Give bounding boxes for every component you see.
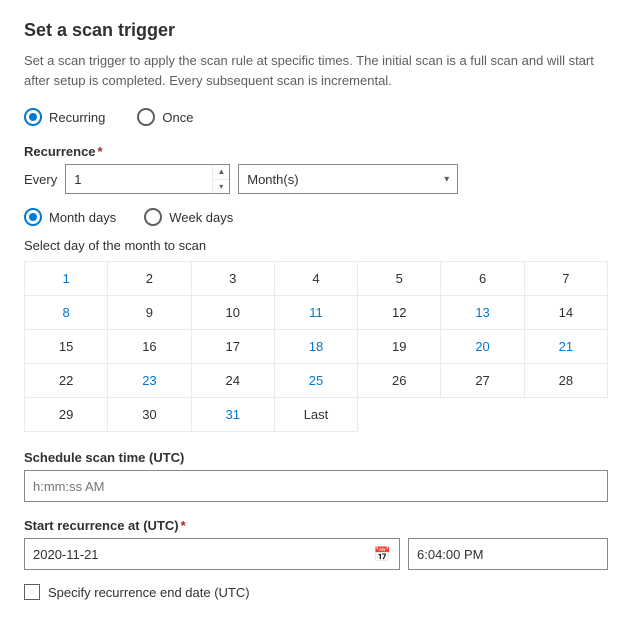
calendar-day-31[interactable]: 31 [192, 398, 275, 432]
calendar-day-23[interactable]: 23 [108, 364, 191, 398]
scan-time-label: Schedule scan time (UTC) [24, 450, 608, 465]
start-recurrence-label: Start recurrence at (UTC)* [24, 518, 608, 533]
spinner-container: ▲ ▾ [212, 165, 229, 193]
recurrence-row: Every ▲ ▾ Month(s) Week(s) Day(s) ▾ [24, 164, 608, 194]
calendar-day-7[interactable]: 7 [525, 262, 608, 296]
start-time-input[interactable] [408, 538, 608, 570]
chevron-down-icon: ▾ [444, 174, 449, 185]
every-number-input-wrap: ▲ ▾ [65, 164, 230, 194]
scan-time-group: Schedule scan time (UTC) [24, 450, 608, 502]
recurring-label: Recurring [49, 110, 105, 125]
calendar-day-2[interactable]: 2 [108, 262, 191, 296]
recurrence-label: Recurrence* [24, 144, 608, 159]
month-days-option[interactable]: Month days [24, 208, 116, 226]
calendar-day-30[interactable]: 30 [108, 398, 191, 432]
calendar-day-15[interactable]: 15 [25, 330, 108, 364]
calendar-day-5[interactable]: 5 [358, 262, 441, 296]
end-date-checkbox[interactable] [24, 584, 40, 600]
calendar-day-22[interactable]: 22 [25, 364, 108, 398]
month-days-radio[interactable] [24, 208, 42, 226]
once-option[interactable]: Once [137, 108, 193, 126]
calendar-day-4[interactable]: 4 [275, 262, 358, 296]
week-days-label: Week days [169, 210, 233, 225]
calendar-day-28[interactable]: 28 [525, 364, 608, 398]
period-select[interactable]: Month(s) Week(s) Day(s) [247, 172, 444, 187]
calendar-day-26[interactable]: 26 [358, 364, 441, 398]
spin-up-button[interactable]: ▲ [213, 165, 229, 179]
every-number-input[interactable] [66, 168, 212, 191]
page-title: Set a scan trigger [24, 20, 608, 41]
recurring-radio[interactable] [24, 108, 42, 126]
day-type-group: Month days Week days [24, 208, 608, 226]
calendar-day-27[interactable]: 27 [441, 364, 524, 398]
week-days-radio[interactable] [144, 208, 162, 226]
calendar-day-11[interactable]: 11 [275, 296, 358, 330]
once-radio[interactable] [137, 108, 155, 126]
calendar-day-13[interactable]: 13 [441, 296, 524, 330]
end-date-label: Specify recurrence end date (UTC) [48, 585, 250, 600]
start-recurrence-row: 📅 [24, 538, 608, 570]
calendar-day-1[interactable]: 1 [25, 262, 108, 296]
calendar-day-25[interactable]: 25 [275, 364, 358, 398]
period-select-wrap[interactable]: Month(s) Week(s) Day(s) ▾ [238, 164, 458, 194]
calendar-day-6[interactable]: 6 [441, 262, 524, 296]
calendar-day-8[interactable]: 8 [25, 296, 108, 330]
week-days-option[interactable]: Week days [144, 208, 233, 226]
every-label: Every [24, 172, 57, 187]
calendar-day-3[interactable]: 3 [192, 262, 275, 296]
calendar-day-19[interactable]: 19 [358, 330, 441, 364]
calendar-day-14[interactable]: 14 [525, 296, 608, 330]
scan-time-input[interactable] [24, 470, 608, 502]
calendar-day-18[interactable]: 18 [275, 330, 358, 364]
once-label: Once [162, 110, 193, 125]
page-description: Set a scan trigger to apply the scan rul… [24, 51, 608, 90]
calendar-day-29[interactable]: 29 [25, 398, 108, 432]
calendar-day-10[interactable]: 10 [192, 296, 275, 330]
date-input[interactable] [25, 543, 366, 566]
calendar-day-17[interactable]: 17 [192, 330, 275, 364]
recurring-option[interactable]: Recurring [24, 108, 105, 126]
calendar-day-24[interactable]: 24 [192, 364, 275, 398]
trigger-type-group: Recurring Once [24, 108, 608, 126]
calendar-day-9[interactable]: 9 [108, 296, 191, 330]
calendar-grid: 1234567891011121314151617181920212223242… [24, 261, 608, 432]
calendar-day-12[interactable]: 12 [358, 296, 441, 330]
start-recurrence-group: Start recurrence at (UTC)* 📅 [24, 518, 608, 570]
end-date-row: Specify recurrence end date (UTC) [24, 584, 608, 600]
calendar-day-21[interactable]: 21 [525, 330, 608, 364]
spin-down-button[interactable]: ▾ [213, 180, 229, 194]
calendar-day-Last[interactable]: Last [275, 398, 358, 432]
date-input-wrap: 📅 [24, 538, 400, 570]
month-days-label: Month days [49, 210, 116, 225]
calendar-day-16[interactable]: 16 [108, 330, 191, 364]
calendar-icon[interactable]: 📅 [366, 542, 399, 567]
calendar-label: Select day of the month to scan [24, 238, 608, 253]
calendar-day-20[interactable]: 20 [441, 330, 524, 364]
